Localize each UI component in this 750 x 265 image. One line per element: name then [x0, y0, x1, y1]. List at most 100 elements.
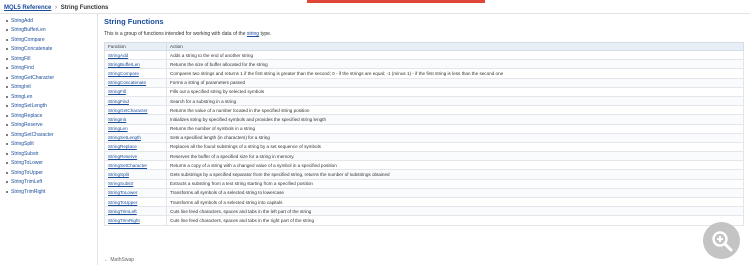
action-cell: Returns the value of a number located in… [166, 105, 744, 116]
function-cell: StringConcatenate [104, 77, 167, 88]
function-link[interactable]: StringLen [108, 126, 128, 131]
description-prefix: This is a group of functions intended fo… [104, 31, 247, 37]
breadcrumb-current: String Functions [60, 5, 109, 11]
function-link[interactable]: StringReserve [108, 154, 137, 159]
breadcrumb-separator: › [55, 5, 58, 11]
action-cell: Forms a string of parameters passed [166, 77, 744, 88]
function-link[interactable]: StringSplit [108, 172, 129, 177]
bullet-icon [6, 95, 8, 98]
sidebar-link[interactable]: StringReplace [11, 113, 42, 119]
action-cell: Adds a string to the end of another stri… [166, 49, 744, 61]
table-row: StringToLower Transforms all symbols of a… [104, 187, 744, 199]
table-header-row: Function Action [104, 42, 744, 51]
sidebar-link[interactable]: StringSetLength [11, 103, 47, 109]
action-cell: Cuts line feed characters, spaces and ta… [166, 215, 744, 226]
function-link[interactable]: StringReplace [108, 144, 137, 149]
function-cell: StringReplace [104, 141, 167, 153]
sidebar-item: StringBufferLen [0, 26, 97, 36]
bullet-icon [6, 19, 8, 22]
table-row: StringTrimLeft Cuts line feed characters,… [104, 206, 744, 217]
table-row: StringConcatenate Forms a string of param… [104, 77, 744, 88]
zoom-button[interactable] [703, 222, 740, 259]
sidebar-item: StringGetCharacter [0, 73, 97, 83]
function-link[interactable]: StringFind [108, 99, 129, 104]
sidebar-link[interactable]: StringToLower [11, 160, 43, 166]
sidebar-link[interactable]: StringReserve [11, 122, 43, 128]
description-string-link[interactable]: string [247, 31, 259, 37]
function-link[interactable]: StringFill [108, 89, 126, 94]
function-link[interactable]: StringTrimLeft [108, 209, 137, 214]
bullet-icon [6, 124, 8, 127]
sidebar-item: StringToUpper [0, 168, 97, 178]
prev-page-link[interactable]: ← MathSwap [104, 257, 134, 263]
function-link[interactable]: StringSetCharacter [108, 163, 147, 168]
function-link[interactable]: StringGetCharacter [108, 108, 148, 113]
zoom-in-icon [711, 230, 732, 251]
table-row: StringSubstr Extracts a substring from a … [104, 178, 744, 189]
function-link[interactable]: StringSetLength [108, 135, 141, 140]
function-link[interactable]: StringBufferLen [108, 62, 140, 67]
function-cell: StringReserve [104, 151, 167, 162]
function-cell: StringCompare [104, 68, 167, 79]
sidebar-item: StringCompare [0, 35, 97, 45]
function-cell: StringSubstr [104, 178, 167, 189]
action-cell: Reserves the buffer of a specified size … [166, 151, 744, 162]
sidebar-item: StringLen [0, 92, 97, 102]
table-row: StringSetCharacter Returns a copy of a st… [104, 160, 744, 171]
sidebar-item: StringSetCharacter [0, 130, 97, 140]
sidebar-link[interactable]: StringSubstr [11, 151, 39, 157]
function-link[interactable]: StringSubstr [108, 181, 133, 186]
bullet-icon [6, 48, 8, 51]
breadcrumb-root-link[interactable]: MQL5 Reference [4, 5, 51, 11]
function-cell: StringSetLength [104, 132, 167, 143]
action-cell: Returns the number of symbols in a strin… [166, 123, 744, 134]
sidebar-item: StringToLower [0, 159, 97, 169]
sidebar: StringAdd StringBufferLen StringCompare Str… [0, 14, 98, 265]
sidebar-link[interactable]: StringCompare [11, 37, 45, 43]
function-link[interactable]: StringAdd [108, 53, 128, 58]
sidebar-link[interactable]: StringToUpper [11, 170, 43, 176]
sidebar-item: StringFind [0, 64, 97, 74]
table-row: StringGetCharacter Returns the value of a… [104, 105, 744, 116]
action-cell: Cuts line feed characters, spaces and ta… [166, 206, 744, 217]
sidebar-link[interactable]: StringGetCharacter [11, 75, 54, 81]
function-link[interactable]: StringToUpper [108, 200, 137, 205]
function-link[interactable]: StringConcatenate [108, 80, 146, 85]
sidebar-link[interactable]: StringTrimRight [11, 189, 46, 195]
top-accent-bar [307, 0, 485, 3]
sidebar-link[interactable]: StringTrimLeft [11, 179, 42, 185]
bullet-icon [6, 105, 8, 108]
table-row: StringBufferLen Returns the size of buffe… [104, 59, 744, 70]
sidebar-item: StringReplace [0, 111, 97, 121]
table-row: StringLen Returns the number of symbols i… [104, 123, 744, 134]
sidebar-item: StringTrimRight [0, 187, 97, 197]
sidebar-link[interactable]: StringAdd [11, 18, 33, 24]
sidebar-link[interactable]: StringSplit [11, 141, 34, 147]
bullet-icon [6, 133, 8, 136]
bullet-icon [6, 67, 8, 70]
function-link[interactable]: StringCompare [108, 71, 139, 76]
table-row: StringReplace Replaces all the found subs… [104, 141, 744, 153]
sidebar-item: StringTrimLeft [0, 178, 97, 188]
table-row: StringSetLength Sets a specified length (… [104, 132, 744, 143]
bullet-icon [6, 57, 8, 60]
table-row: StringTrimRight Cuts line feed characters… [104, 215, 744, 226]
sidebar-link[interactable]: StringLen [11, 94, 32, 100]
sidebar-link[interactable]: StringBufferLen [11, 27, 46, 33]
sidebar-link[interactable]: StringFill [11, 56, 30, 62]
description-suffix: type. [259, 31, 272, 37]
function-link[interactable]: StringToLower [108, 190, 137, 195]
sidebar-link[interactable]: StringSetCharacter [11, 132, 54, 138]
action-cell: Replaces all the found substrings of a s… [166, 141, 744, 153]
action-cell: Sets a specified length (in characters) … [166, 132, 744, 143]
sidebar-link[interactable]: StringInit [11, 84, 31, 90]
function-link[interactable]: StringTrimRight [108, 218, 140, 223]
bullet-icon [6, 190, 8, 193]
function-link[interactable]: StringInit [108, 117, 126, 122]
bullet-icon [6, 86, 8, 89]
sidebar-link[interactable]: StringFind [11, 65, 34, 71]
action-cell: Gets substrings by a specified separator… [166, 169, 744, 180]
sidebar-link[interactable]: StringConcatenate [11, 46, 52, 52]
column-header-function: Function [104, 42, 167, 51]
bullet-icon [6, 162, 8, 165]
